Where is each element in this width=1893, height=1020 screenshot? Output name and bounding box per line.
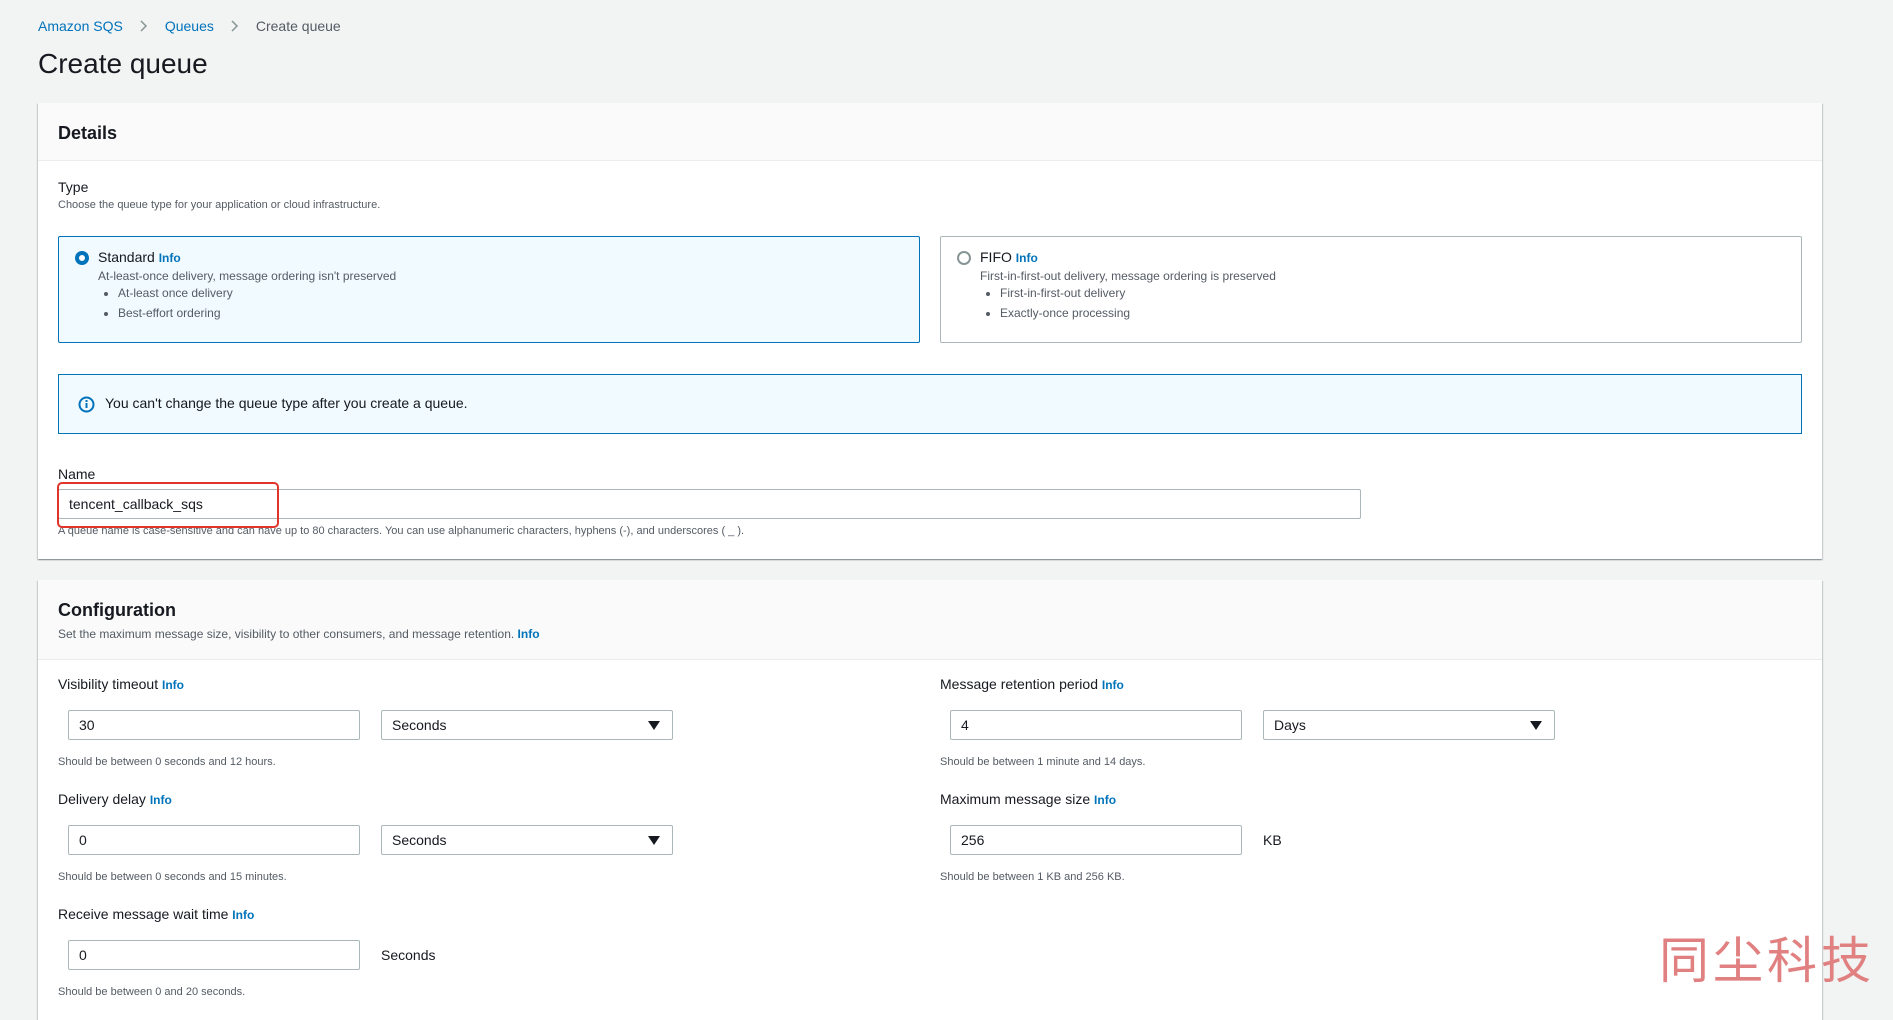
standard-radio[interactable] [75,251,89,265]
queue-type-fifo-tile[interactable]: FIFO Info First-in-first-out delivery, m… [940,236,1802,343]
caret-down-icon [648,836,660,845]
watermark-text: 同尘科技 [1659,932,1875,990]
configuration-description: Set the maximum message size, visibility… [58,627,1802,641]
alert-message: You can't change the queue type after yo… [105,395,468,411]
max-message-size-label: Maximum message size [940,791,1091,807]
retention-period-unit-value: Days [1274,717,1306,733]
retention-period-input[interactable]: 4 [950,710,1242,740]
max-message-size-input[interactable]: 256 [950,825,1242,855]
standard-info-link[interactable]: Info [159,251,181,265]
configuration-title: Configuration [58,600,176,620]
standard-title: Standard [98,249,155,265]
info-circle-icon [78,396,95,418]
fifo-info-link[interactable]: Info [1016,251,1038,265]
retention-period-info-link[interactable]: Info [1102,678,1124,692]
visibility-timeout-info-link[interactable]: Info [162,678,184,692]
breadcrumb-amazon-sqs-link[interactable]: Amazon SQS [38,18,123,34]
fifo-title: FIFO [980,249,1012,265]
delivery-delay-hint: Should be between 0 seconds and 15 minut… [58,871,287,883]
receive-wait-time-label-row: Receive message wait time Info [58,906,254,922]
fifo-subtitle: First-in-first-out delivery, message ord… [980,269,1276,283]
details-header: Details [38,103,1822,161]
breadcrumb-current: Create queue [255,18,341,34]
queue-name-hint: A queue name is case-sensitive and can h… [58,525,745,537]
type-label: Type [58,179,89,195]
chevron-right-icon [133,19,155,33]
configuration-panel: Configuration Set the maximum message si… [38,580,1822,1020]
delivery-delay-input[interactable]: 0 [68,825,360,855]
delivery-delay-unit-select[interactable]: Seconds [381,825,673,855]
visibility-timeout-label: Visibility timeout [58,676,159,692]
receive-wait-time-info-link[interactable]: Info [232,908,254,922]
visibility-timeout-unit-value: Seconds [392,717,447,733]
list-item: First-in-first-out delivery [1000,283,1130,303]
type-description: Choose the queue type for your applicati… [58,199,381,211]
delivery-delay-label-row: Delivery delay Info [58,791,172,807]
caret-down-icon [1530,721,1542,730]
max-message-size-unit: KB [1263,832,1282,848]
max-message-size-info-link[interactable]: Info [1094,793,1116,807]
receive-wait-time-label: Receive message wait time [58,906,229,922]
standard-subtitle: At-least-once delivery, message ordering… [98,269,397,283]
chevron-right-icon [224,19,246,33]
fifo-bullets: First-in-first-out delivery Exactly-once… [980,283,1130,323]
retention-period-hint: Should be between 1 minute and 14 days. [940,756,1146,768]
caret-down-icon [648,721,660,730]
fifo-radio[interactable] [957,251,971,265]
visibility-timeout-input[interactable]: 30 [68,710,360,740]
details-panel: Details Type Choose the queue type for y… [38,103,1822,559]
name-label: Name [58,466,96,482]
list-item: Exactly-once processing [1000,303,1130,323]
fifo-title-row: FIFO Info [980,249,1038,265]
queue-type-alert: You can't change the queue type after yo… [58,374,1802,434]
breadcrumb-queues-link[interactable]: Queues [165,18,214,34]
receive-wait-time-unit: Seconds [381,947,436,963]
delivery-delay-label: Delivery delay [58,791,146,807]
visibility-timeout-unit-select[interactable]: Seconds [381,710,673,740]
receive-wait-time-input[interactable]: 0 [68,940,360,970]
page-title: Create queue [38,48,208,79]
retention-period-label: Message retention period [940,676,1098,692]
queue-name-input[interactable]: tencent_callback_sqs [58,489,1361,519]
standard-title-row: Standard Info [98,249,181,265]
max-message-size-hint: Should be between 1 KB and 256 KB. [940,871,1125,883]
list-item: Best-effort ordering [118,303,233,323]
visibility-timeout-hint: Should be between 0 seconds and 12 hours… [58,756,276,768]
retention-period-unit-select[interactable]: Days [1263,710,1555,740]
max-message-size-label-row: Maximum message size Info [940,791,1116,807]
standard-bullets: At-least once delivery Best-effort order… [98,283,233,323]
retention-period-label-row: Message retention period Info [940,676,1124,692]
breadcrumb: Amazon SQS Queues Create queue [38,18,341,34]
visibility-timeout-label-row: Visibility timeout Info [58,676,184,692]
list-item: At-least once delivery [118,283,233,303]
configuration-desc-text: Set the maximum message size, visibility… [58,627,515,641]
queue-type-standard-tile[interactable]: Standard Info At-least-once delivery, me… [58,236,920,343]
details-title: Details [58,123,118,143]
delivery-delay-unit-value: Seconds [392,832,447,848]
delivery-delay-info-link[interactable]: Info [150,793,172,807]
receive-wait-time-hint: Should be between 0 and 20 seconds. [58,986,246,998]
configuration-header: Configuration Set the maximum message si… [38,580,1822,660]
configuration-info-link[interactable]: Info [518,627,540,641]
